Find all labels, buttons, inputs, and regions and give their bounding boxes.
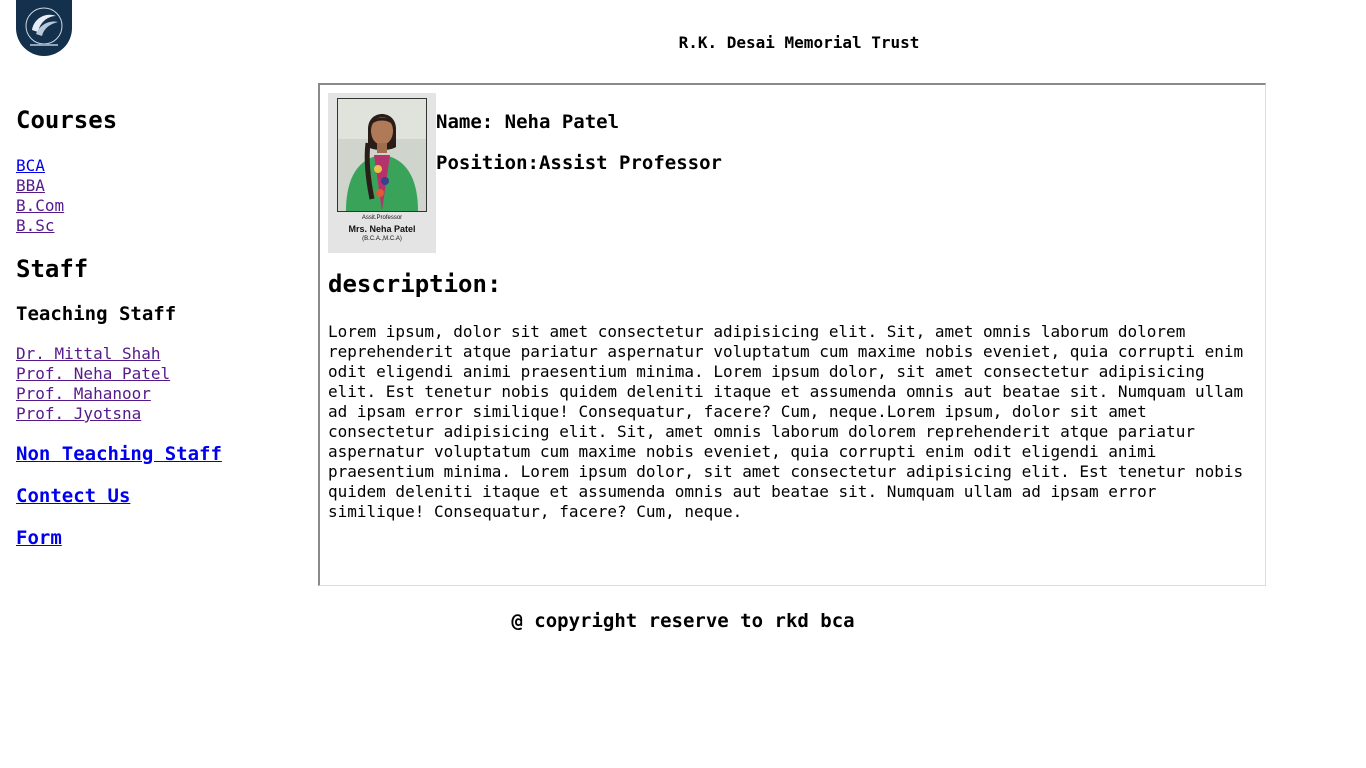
course-link-bba[interactable]: BBA (16, 176, 296, 196)
staff-profile-panel: Assit.Professor Mrs. Neha Patel (B.C.A.,… (318, 83, 1266, 586)
profile-photo (337, 98, 427, 212)
description-heading: description: (328, 270, 502, 298)
description-text: Lorem ipsum, dolor sit amet consectetur … (328, 322, 1244, 521)
course-link-bca[interactable]: BCA (16, 156, 296, 176)
teaching-staff-heading: Teaching Staff (16, 303, 177, 325)
site-title: R.K. Desai Memorial Trust (678, 33, 920, 52)
staff-link-mittal-shah[interactable]: Dr. Mittal Shah (16, 344, 296, 364)
staff-link-mahanoor[interactable]: Prof. Mahanoor (16, 384, 296, 404)
course-link-bcom[interactable]: B.Com (16, 196, 296, 216)
sidebar-nav: Courses BCA BBA B.Com B.Sc Staff Teachin… (16, 104, 296, 550)
profile-photo-card: Assit.Professor Mrs. Neha Patel (B.C.A.,… (328, 93, 436, 253)
copyright-footer: @ copyright reserve to rkd bca (511, 610, 855, 632)
courses-list: BCA BBA B.Com B.Sc (16, 156, 296, 236)
contact-us-link[interactable]: Contect Us (16, 484, 296, 508)
staff-link-jyotsna[interactable]: Prof. Jyotsna (16, 404, 296, 424)
courses-heading: Courses (16, 106, 118, 134)
card-role-text: Assit.Professor (361, 215, 403, 221)
staff-position: Position:Assist Professor (436, 152, 722, 174)
teaching-staff-list: Dr. Mittal Shah Prof. Neha Patel Prof. M… (16, 344, 296, 424)
course-link-bsc[interactable]: B.Sc (16, 216, 296, 236)
form-link[interactable]: Form (16, 526, 296, 550)
card-degree-text: (B.C.A.,M.C.A) (362, 236, 402, 242)
staff-link-neha-patel[interactable]: Prof. Neha Patel (16, 364, 296, 384)
staff-heading: Staff (16, 255, 89, 283)
card-name-text: Mrs. Neha Patel (348, 224, 416, 234)
person-portrait-icon (338, 99, 426, 211)
staff-name: Name: Neha Patel (436, 111, 620, 133)
non-teaching-staff-link[interactable]: Non Teaching Staff (16, 442, 296, 466)
